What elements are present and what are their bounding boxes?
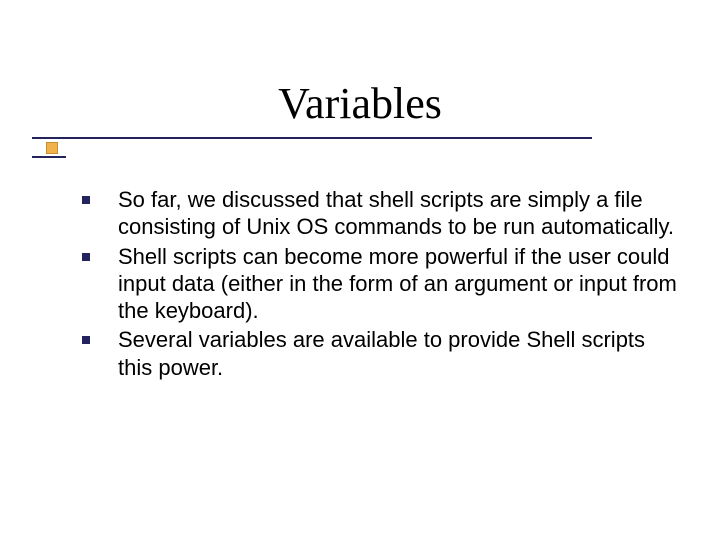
list-item: So far, we discussed that shell scripts … [82,186,682,241]
bullet-square-icon [82,336,90,344]
bullet-square-icon [82,253,90,261]
list-item: Shell scripts can become more powerful i… [82,243,682,325]
divider-short [32,156,66,158]
accent-square-icon [46,142,58,154]
bullet-text: So far, we discussed that shell scripts … [118,186,682,241]
bullet-square-icon [82,196,90,204]
slide-title: Variables [0,78,720,129]
content-area: So far, we discussed that shell scripts … [82,186,682,383]
list-item: Several variables are available to provi… [82,326,682,381]
bullet-text: Shell scripts can become more powerful i… [118,243,682,325]
bullet-text: Several variables are available to provi… [118,326,682,381]
title-area: Variables [0,78,720,129]
divider-long [32,137,592,139]
slide: Variables So far, we discussed that shel… [0,0,720,540]
